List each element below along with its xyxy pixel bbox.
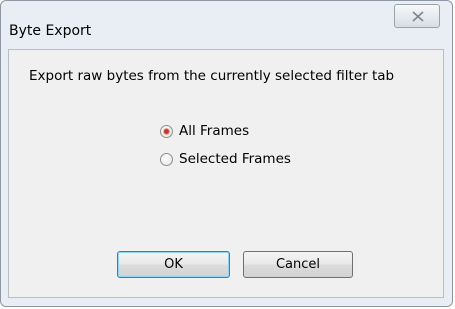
radio-selected-frames-button[interactable] — [160, 152, 173, 166]
title-bar: Byte Export — [1, 1, 452, 43]
radio-selected-frames-label[interactable]: Selected Frames — [179, 151, 291, 167]
dialog-description: Export raw bytes from the currently sele… — [29, 68, 395, 84]
radio-selected-frames[interactable]: Selected Frames — [160, 151, 291, 167]
radio-all-frames-label[interactable]: All Frames — [179, 123, 249, 139]
close-icon — [412, 11, 424, 22]
cancel-button[interactable]: Cancel — [243, 251, 353, 278]
ok-button[interactable]: OK — [117, 251, 230, 278]
close-button[interactable] — [394, 4, 440, 28]
radio-all-frames-button[interactable] — [160, 124, 173, 138]
dialog-title: Byte Export — [9, 23, 92, 39]
radio-all-frames[interactable]: All Frames — [160, 123, 249, 139]
